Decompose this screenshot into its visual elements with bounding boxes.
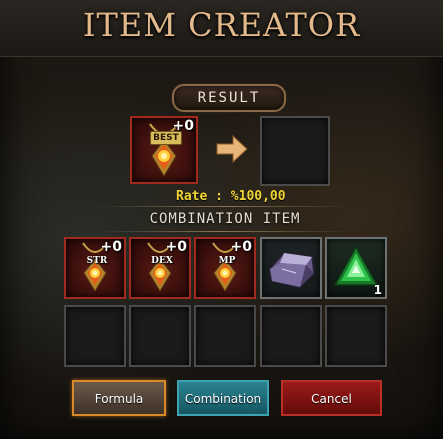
arrow-right-icon [216, 134, 248, 164]
success-rate: Rate : %100,00 [176, 189, 286, 204]
divider [95, 206, 350, 207]
stat-tag: STR [86, 256, 108, 266]
combination-slot-empty[interactable] [194, 305, 256, 367]
combination-item-label: COMBINATION ITEM [149, 211, 301, 227]
cancel-button[interactable]: Cancel [281, 380, 382, 416]
enhance-level: +0 [165, 239, 187, 255]
result-target-slot[interactable] [260, 116, 330, 186]
enhance-level: +0 [172, 118, 194, 134]
combination-slot-empty[interactable] [260, 305, 322, 367]
combination-slot-empty[interactable] [325, 305, 387, 367]
window-title: ITEM CREATOR [82, 6, 361, 44]
silver-ore-icon [269, 252, 315, 288]
combination-button[interactable]: Combination [177, 380, 269, 416]
formula-button[interactable]: Formula [72, 380, 166, 416]
enhance-level: +0 [100, 239, 122, 255]
result-source-slot[interactable]: BEST +0 [130, 116, 198, 184]
title-bar: ITEM CREATOR [0, 0, 443, 57]
item-creator-window: ITEM CREATOR RESULT BEST +0 Rate : %100,… [0, 0, 443, 439]
combination-slot-str[interactable]: STR +0 [64, 237, 126, 299]
item-count: 1 [373, 283, 382, 297]
combination-slot-empty[interactable] [129, 305, 191, 367]
enhance-level: +0 [230, 239, 252, 255]
combination-slot-mp[interactable]: MP +0 [194, 237, 256, 299]
combination-slot-gem[interactable]: 1 [325, 237, 387, 299]
divider [95, 231, 350, 232]
combination-slot-ore[interactable] [260, 237, 322, 299]
stat-tag: DEX [151, 256, 173, 266]
stat-tag: MP [218, 256, 236, 266]
result-label: RESULT [172, 84, 286, 112]
combination-slot-empty[interactable] [64, 305, 126, 367]
combination-slot-dex[interactable]: DEX +0 [129, 237, 191, 299]
